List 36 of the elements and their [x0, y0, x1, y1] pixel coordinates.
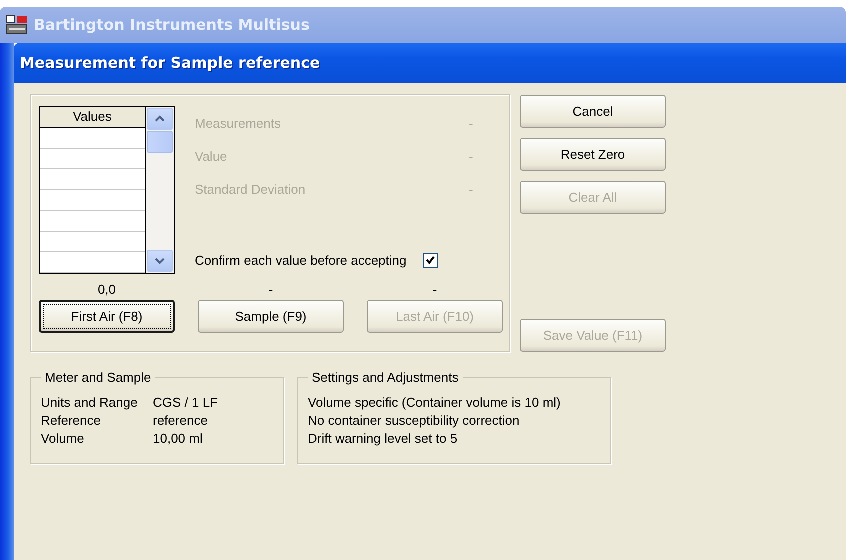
field-label: Units and Range [41, 395, 139, 410]
chevron-up-icon [155, 115, 165, 123]
confirm-checkbox[interactable] [422, 253, 438, 268]
checkbox-label: Confirm each value before accepting [195, 253, 407, 268]
field-label: Volume [41, 431, 86, 446]
scroll-down-button[interactable] [147, 250, 173, 272]
stat-label: Standard Deviation [195, 182, 307, 199]
field-value: 10,00 ml [153, 431, 204, 446]
stat-value: - [469, 116, 474, 133]
stat-value: - [469, 149, 474, 166]
app-icon [6, 15, 28, 35]
stat-value: - [469, 182, 474, 199]
side-button[interactable]: Reset Zero [520, 138, 666, 171]
measure-button[interactable]: First Air (F8) [39, 300, 175, 333]
group-title: Settings and Adjustments [311, 370, 460, 385]
group-title: Meter and Sample [44, 370, 152, 385]
settings-line: No container susceptibility correction [308, 413, 521, 428]
dialog-title: Measurement for Sample reference [20, 54, 320, 72]
stat-label: Measurements [195, 116, 282, 133]
field-value: CGS / 1 LF [153, 395, 220, 410]
column-header: Values [40, 107, 145, 128]
scroll-up-button[interactable] [147, 108, 173, 130]
reading: - [432, 282, 438, 297]
chevron-down-icon [155, 257, 165, 265]
field-label: Reference [41, 413, 102, 428]
side-button[interactable]: Cancel [520, 95, 666, 128]
reading: 0,0 [98, 282, 116, 297]
window-title: Bartington Instruments Multisus [34, 16, 310, 34]
field-value: reference [153, 413, 209, 428]
measure-button[interactable]: Sample (F9) [198, 300, 344, 333]
settings-line: Drift warning level set to 5 [308, 431, 459, 446]
scroll-thumb[interactable] [147, 131, 173, 153]
reading: - [268, 282, 274, 297]
stat-label: Value [195, 149, 228, 166]
scrollbar[interactable] [146, 107, 174, 273]
settings-line: Volume specific (Container volume is 10 ml) [308, 395, 562, 410]
